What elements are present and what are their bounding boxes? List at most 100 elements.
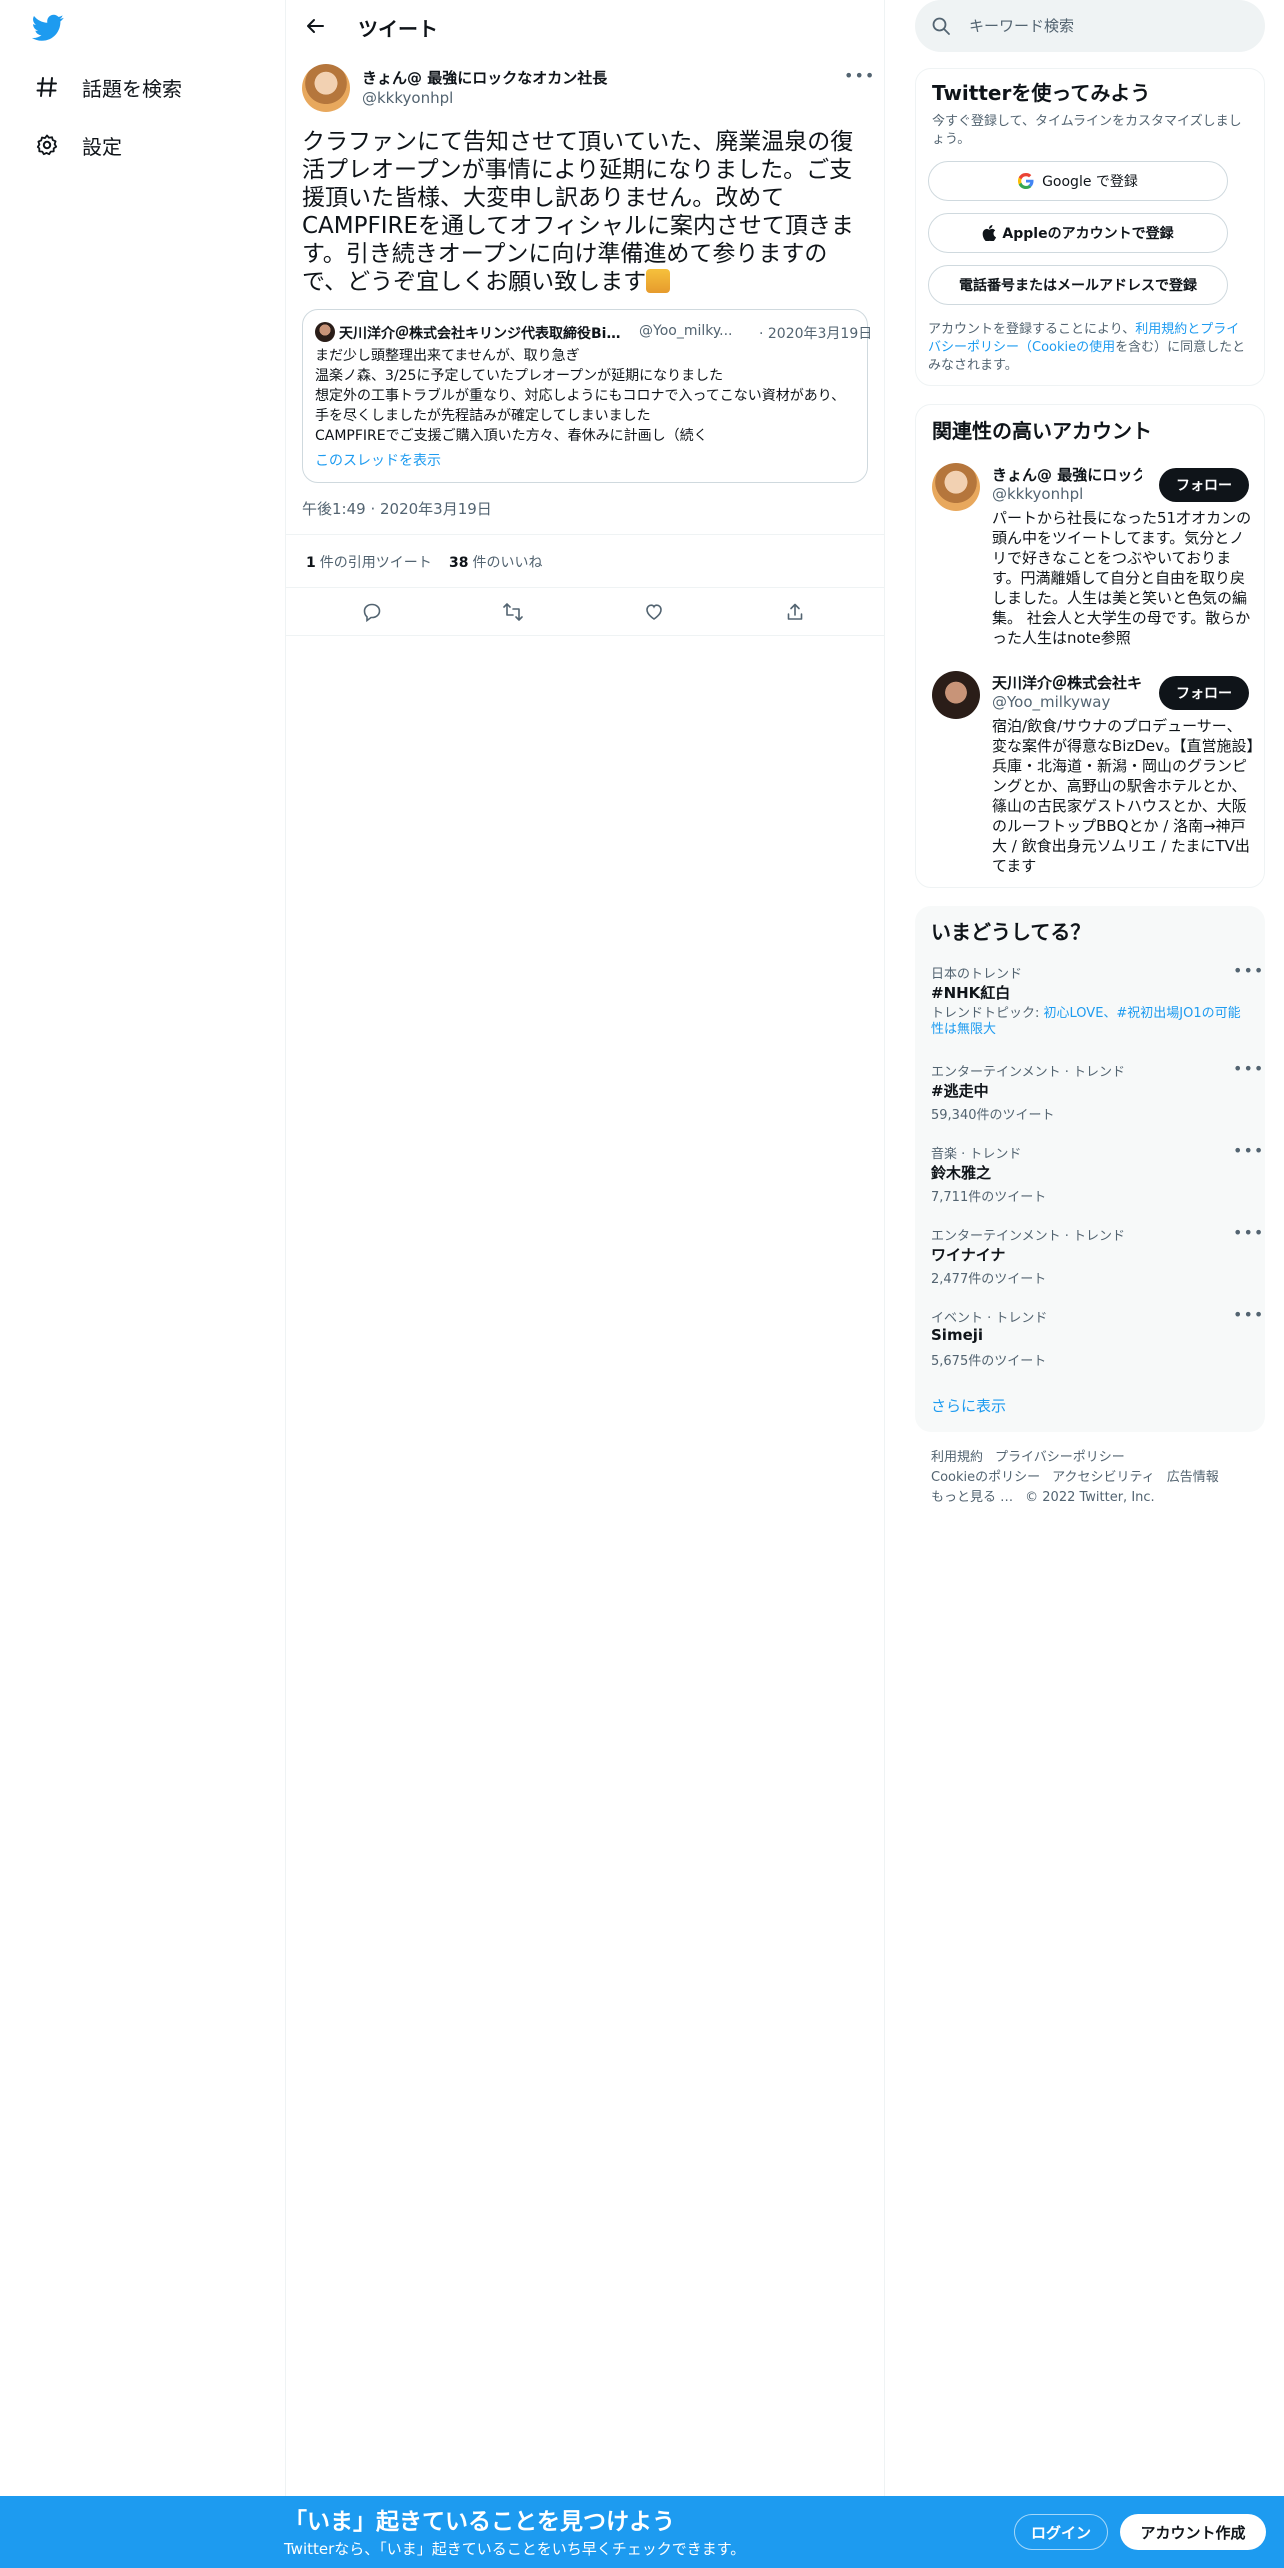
left-sidebar: 話題を検索 設定: [0, 0, 285, 2568]
account-bio: パートから社長になった51才オカンの頭ん中をツイートしてます。気分とノリで好きな…: [992, 509, 1252, 647]
account-handle[interactable]: @kkkyonhpl: [992, 485, 1083, 503]
apple-icon: [982, 225, 997, 241]
google-icon: [1018, 173, 1034, 189]
follow-button[interactable]: フォロー: [1159, 676, 1249, 710]
trend-topic: トレンドトピック: 初心LOVE、#祝初出場JO1の可能性は無限大: [931, 1006, 1251, 1038]
more-options-icon[interactable]: •••: [1233, 1305, 1264, 1324]
show-more-link[interactable]: さらに表示: [931, 1395, 1006, 1416]
follow-button[interactable]: フォロー: [1159, 468, 1249, 502]
trend-count: 59,340件のツイート: [931, 1108, 1055, 1123]
trend-context: 日本のトレンド: [931, 967, 1023, 982]
nav-settings[interactable]: 設定: [34, 123, 122, 167]
quote-text: まだ少し頭整理出来てませんが、取り急ぎ 温楽ノ森、3/25に予定していたプレオー…: [315, 346, 855, 446]
main-column: ツイート きょん@ 最強にロックなオカン社長 @kkkyonhpl ••• クラ…: [286, 0, 884, 2500]
twitter-bird-icon[interactable]: [31, 14, 64, 42]
account-name[interactable]: きょん@ 最強にロックなオカン社長: [992, 464, 1142, 485]
footer-link[interactable]: Cookieのポリシー: [931, 1470, 1040, 1485]
trend-context: エンターテインメント · トレンド: [931, 1065, 1126, 1080]
google-signup-button[interactable]: Google で登録: [928, 161, 1228, 201]
trend-name[interactable]: #逃走中: [931, 1080, 989, 1101]
trend-name[interactable]: Simeji: [931, 1326, 983, 1344]
trend-context: 音楽 · トレンド: [931, 1147, 1022, 1162]
quote-author-name: 天川洋介＠株式会社キリンジ代表取締役Bi…: [339, 326, 621, 342]
avatar[interactable]: [302, 64, 350, 112]
footer: 利用規約 プライバシーポリシー Cookieのポリシー アクセシビリティ 広告情報 も…: [931, 1448, 1261, 1508]
apple-signup-label: Appleのアカウントで登録: [1002, 226, 1174, 242]
tweet-actions: [286, 588, 884, 636]
likes-label: 件のいいね: [472, 555, 543, 571]
quote-tweets-stat[interactable]: 1 件の引用ツイート: [306, 552, 432, 572]
signup-title: Twitterを使ってみよう: [932, 81, 1151, 105]
phone-email-signup-button[interactable]: 電話番号またはメールアドレスで登録: [928, 265, 1228, 305]
more-options-icon[interactable]: •••: [1233, 1059, 1264, 1078]
author-name[interactable]: きょん@ 最強にロックなオカン社長: [362, 67, 607, 88]
trend-name[interactable]: #NHK紅白: [931, 982, 1010, 1003]
quote-author-handle: @Yoo_milky...: [639, 323, 733, 339]
likes-stat[interactable]: 38 件のいいね: [449, 552, 542, 572]
footer-link[interactable]: 利用規約: [931, 1450, 983, 1465]
phone-email-signup-label: 電話番号またはメールアドレスで登録: [959, 278, 1197, 294]
trend-name[interactable]: ワイナイナ: [931, 1244, 1005, 1265]
divider: [884, 0, 885, 2500]
search-input[interactable]: [969, 13, 1239, 39]
more-options-icon[interactable]: •••: [1233, 1223, 1264, 1242]
tweet-stats: 1 件の引用ツイート 38 件のいいね: [286, 534, 884, 588]
share-icon[interactable]: [784, 601, 806, 623]
tweet-text: クラファンにて告知させて頂いていた、廃業温泉の復活プレオープンが事情により延期に…: [302, 128, 864, 296]
trend-name[interactable]: 鈴木雅之: [931, 1162, 991, 1183]
account-bio: 宿泊/飲食/サウナのプロデューサー、変な案件が得意なBizDev。【直営施設】兵…: [992, 717, 1254, 875]
signup-legal-text: アカウントを登録することにより、利用規約とプライバシーポリシー（Cookieの使…: [928, 321, 1248, 375]
author-handle[interactable]: @kkkyonhpl: [362, 89, 453, 107]
footer-more-link[interactable]: もっと見る …: [931, 1490, 1013, 1505]
quote-line: CAMPFIREでご支援ご購入頂いた方々、春休みに計画し（続く: [315, 428, 708, 444]
bowing-person-emoji-icon: [646, 269, 671, 293]
tweet-timestamp[interactable]: 午後1:49 · 2020年3月19日: [302, 498, 492, 519]
quote-tweets-label: 件の引用ツイート: [319, 555, 432, 571]
more-options-icon[interactable]: •••: [1233, 1141, 1264, 1160]
trend-count: 7,711件のツイート: [931, 1190, 1047, 1205]
trend-context: エンターテインメント · トレンド: [931, 1229, 1126, 1244]
quoted-tweet[interactable]: 天川洋介＠株式会社キリンジ代表取締役Bi… @Yoo_milky... · 20…: [302, 309, 872, 483]
quote-line: 想定外の工事トラブルが重なり、対応しようにもコロナで入ってこない資材があり、手を…: [315, 388, 846, 424]
search-icon: [931, 16, 951, 36]
page-title: ツイート: [358, 17, 438, 41]
signup-description: 今すぐ登録して、タイムラインをカスタマイズしましょう。: [932, 114, 1242, 147]
retweet-icon[interactable]: [502, 601, 524, 623]
avatar[interactable]: [932, 463, 980, 511]
apple-signup-button[interactable]: Appleのアカウントで登録: [928, 213, 1228, 253]
back-arrow-icon[interactable]: [302, 13, 328, 39]
more-options-icon[interactable]: •••: [1233, 961, 1264, 980]
account-name[interactable]: 天川洋介＠株式会社キリンジ代表取締役: [992, 672, 1142, 693]
legal-text: アカウントを登録することにより、: [928, 322, 1136, 337]
avatar[interactable]: [932, 671, 980, 719]
banner-subtitle: Twitterなら、「いま」起きていることをいち早くチェックできます。: [284, 2540, 746, 2558]
trend-context: イベント · トレンド: [931, 1311, 1048, 1326]
like-heart-icon[interactable]: [643, 601, 665, 623]
login-button[interactable]: ログイン: [1014, 2514, 1108, 2550]
trend-count: 5,675件のツイート: [931, 1354, 1047, 1369]
trend-topic-prefix: トレンドトピック:: [931, 1006, 1044, 1021]
show-thread-link[interactable]: このスレッドを表示: [315, 450, 441, 470]
nav-settings-label: 設定: [82, 134, 122, 159]
footer-link[interactable]: プライバシーポリシー: [995, 1450, 1125, 1465]
reply-icon[interactable]: [361, 601, 383, 623]
trends-card: いまどうしてる？ 日本のトレンド #NHK紅白 トレンドトピック: 初心LOVE…: [915, 906, 1265, 1432]
footer-link[interactable]: アクセシビリティ: [1052, 1470, 1155, 1485]
quote-tweets-count: 1: [306, 555, 316, 571]
page-header: ツイート: [286, 0, 884, 53]
footer-link[interactable]: 広告情報: [1167, 1470, 1219, 1485]
nav-explore[interactable]: 話題を検索: [34, 65, 182, 109]
search-box[interactable]: [915, 0, 1265, 52]
more-options-icon[interactable]: •••: [844, 66, 875, 85]
signup-card: Twitterを使ってみよう 今すぐ登録して、タイムラインをカスタマイズしましょ…: [915, 68, 1265, 386]
banner-title: 「いま」起きていることを見つけよう: [284, 2509, 675, 2535]
signup-banner: 「いま」起きていることを見つけよう Twitterなら、「いま」起きていることを…: [0, 2496, 1284, 2568]
quote-date: · 2020年3月19日: [759, 326, 873, 342]
avatar: [315, 322, 335, 342]
quote-line: まだ少し頭整理出来てませんが、取り急ぎ: [315, 348, 580, 364]
create-account-button[interactable]: アカウント作成: [1120, 2514, 1266, 2550]
likes-count: 38: [449, 555, 469, 571]
account-handle[interactable]: @Yoo_milkyway: [992, 693, 1110, 711]
quote-line: 温楽ノ森、3/25に予定していたプレオープンが延期になりました: [315, 368, 724, 384]
related-accounts-card: 関連性の高いアカウント きょん@ 最強にロックなオカン社長 @kkkyonhpl…: [915, 404, 1265, 888]
